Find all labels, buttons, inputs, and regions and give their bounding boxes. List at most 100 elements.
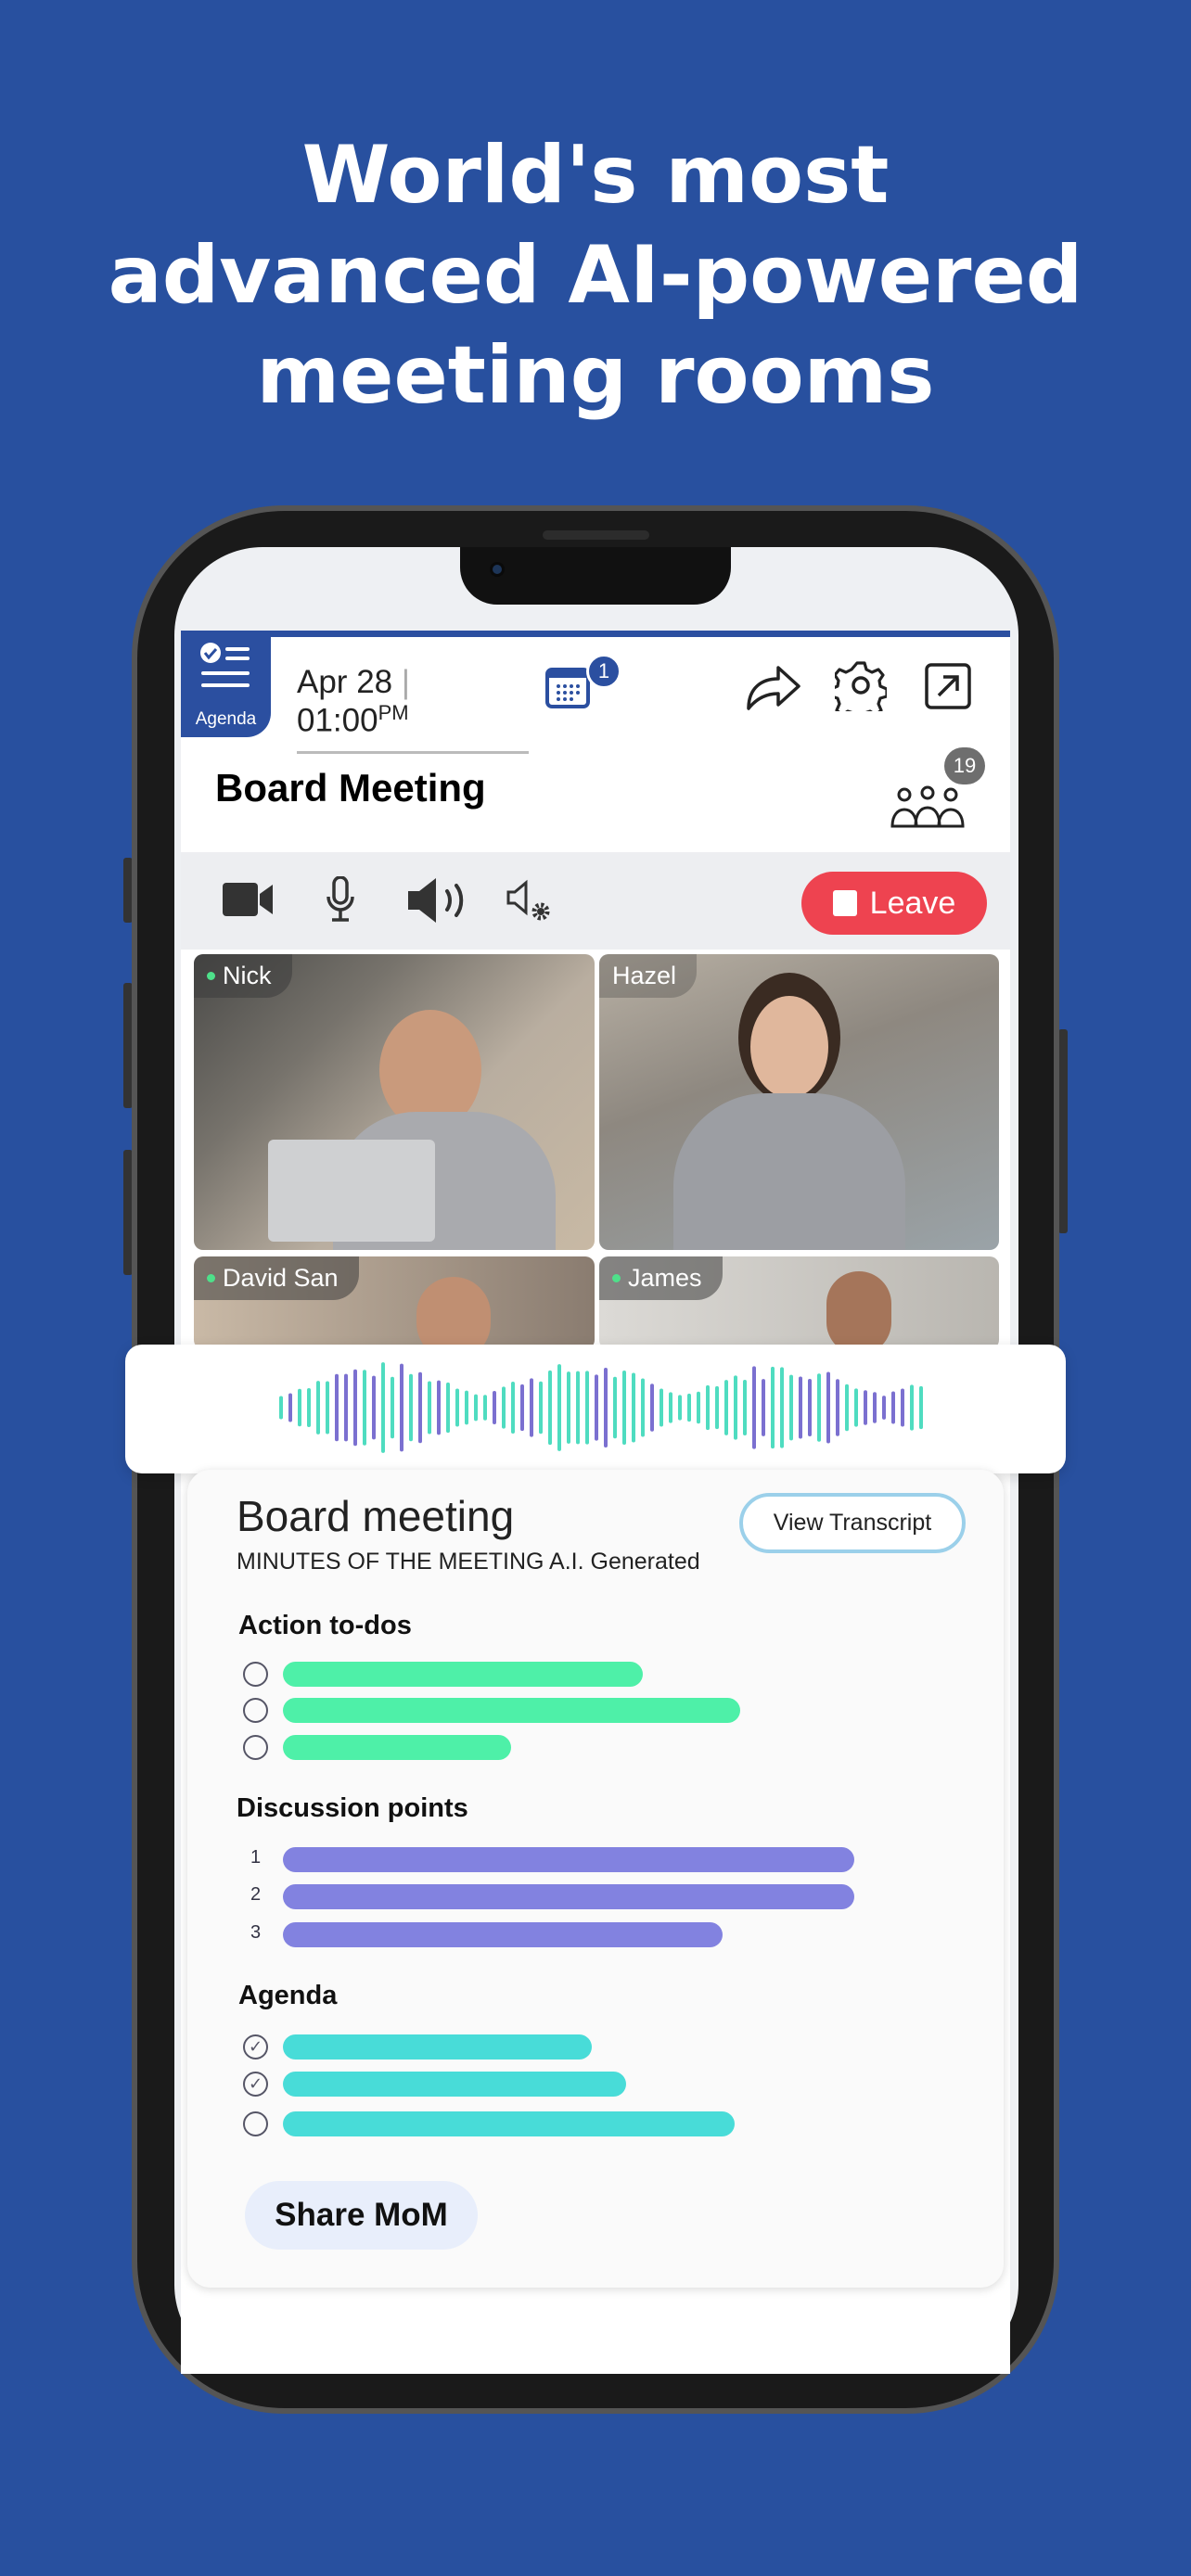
waveform-bar — [539, 1381, 543, 1435]
waveform-bar — [650, 1384, 654, 1432]
leave-label: Leave — [869, 885, 956, 921]
ampm-text: PM — [378, 701, 409, 724]
meeting-datetime[interactable]: Apr 28 | 01:00PM — [297, 664, 529, 754]
unchecked-circle-icon[interactable] — [243, 1662, 268, 1687]
top-accent-line — [181, 631, 1010, 637]
agenda-tab[interactable]: Agenda — [181, 632, 271, 737]
waveform-bar — [585, 1371, 589, 1445]
item-number: 2 — [250, 1884, 262, 1905]
external-link-icon[interactable] — [925, 663, 971, 709]
checked-circle-icon[interactable]: ✓ — [243, 2034, 268, 2060]
waveform-bar — [428, 1381, 431, 1435]
waveform-bar — [799, 1376, 802, 1439]
waveform-bar — [511, 1381, 515, 1435]
phone-power-button — [1058, 1029, 1068, 1233]
leave-button[interactable]: Leave — [801, 872, 987, 935]
video-tile-david-san[interactable]: David San — [194, 1256, 595, 1349]
participant-name: Hazel — [612, 962, 677, 989]
waveform-bar — [391, 1376, 394, 1439]
waveform-bar — [882, 1396, 886, 1420]
waveform-bar — [762, 1379, 765, 1436]
waveform-bar — [335, 1373, 339, 1442]
participant-name: James — [628, 1264, 702, 1292]
unchecked-circle-icon[interactable] — [243, 2111, 268, 2136]
date-text: Apr 28 — [297, 664, 393, 700]
video-tile-james[interactable]: James — [599, 1256, 999, 1349]
waveform-bar — [307, 1387, 311, 1428]
waveform-bar — [864, 1390, 867, 1425]
section-discussion-points: Discussion points — [237, 1793, 468, 1823]
mic-icon[interactable] — [325, 876, 356, 923]
waveform-bar — [279, 1396, 283, 1420]
item-number: 3 — [250, 1922, 262, 1943]
waveform-bar — [437, 1380, 441, 1435]
waveform-bar — [595, 1374, 598, 1441]
video-tile-hazel[interactable]: Hazel — [599, 954, 999, 1250]
audio-waveform — [279, 1362, 923, 1453]
waveform-bar — [743, 1379, 747, 1436]
waveform-bar — [632, 1372, 635, 1443]
waveform-bar — [576, 1371, 580, 1445]
waveform-bar — [353, 1369, 357, 1447]
waveform-bar — [771, 1366, 775, 1449]
section-agenda: Agenda — [238, 1981, 338, 2010]
front-camera — [490, 562, 505, 577]
waveform-bar — [493, 1391, 496, 1424]
waveform-bar — [715, 1385, 719, 1430]
settings-icon[interactable] — [835, 659, 887, 711]
video-icon[interactable] — [223, 881, 275, 918]
waveform-bar — [483, 1395, 487, 1421]
minutes-title: Board meeting — [237, 1492, 515, 1540]
agenda-label: Agenda — [195, 709, 257, 729]
share-mom-button[interactable]: Share MoM — [245, 2181, 478, 2250]
waveform-bar — [455, 1388, 459, 1427]
waveform-bar — [567, 1371, 570, 1444]
headline-line-1: World's most — [301, 129, 890, 222]
waveform-bar — [919, 1385, 923, 1430]
todos-item-bar — [283, 1698, 740, 1723]
waveform-bar — [316, 1381, 320, 1435]
waveform-bar — [641, 1378, 645, 1437]
discussion-item-bar — [283, 1884, 854, 1909]
minutes-card — [187, 1470, 1004, 2288]
waveform-bar — [752, 1366, 756, 1449]
waveform-bar — [622, 1371, 626, 1445]
section-action-todos: Action to-dos — [238, 1611, 412, 1640]
video-tile-nick[interactable]: Nick — [194, 954, 595, 1250]
headline-line-2: advanced AI-powered — [108, 229, 1083, 322]
waveform-bar — [669, 1392, 672, 1423]
waveform-bar — [400, 1363, 403, 1452]
waveform-bar — [502, 1386, 506, 1429]
todos-item-bar — [283, 1735, 512, 1760]
waveform-bar — [344, 1373, 348, 1442]
minutes-subtitle: MINUTES OF THE MEETING A.I. Generated — [237, 1549, 700, 1575]
calendar-icon[interactable] — [545, 666, 590, 708]
waveform-bar — [604, 1368, 608, 1447]
share-icon[interactable] — [745, 660, 802, 712]
waveform-bar — [873, 1392, 877, 1423]
unchecked-circle-icon[interactable] — [243, 1698, 268, 1723]
headline: World's most advanced AI-powered meeting… — [0, 125, 1191, 426]
participants-icon[interactable] — [890, 784, 965, 830]
waveform-bar — [817, 1373, 821, 1442]
agenda-item-bar — [283, 2072, 626, 2097]
waveform-bar — [446, 1382, 450, 1434]
view-transcript-button[interactable]: View Transcript — [739, 1493, 966, 1553]
waveform-bar — [836, 1379, 839, 1436]
unchecked-circle-icon[interactable] — [243, 1735, 268, 1760]
waveform-bar — [678, 1395, 682, 1421]
audio-settings-icon[interactable] — [506, 879, 554, 924]
todos-item-bar — [283, 1662, 644, 1687]
speaker-icon[interactable] — [406, 876, 471, 925]
waveform-bar — [326, 1381, 329, 1435]
checked-circle-icon[interactable]: ✓ — [243, 2072, 268, 2097]
waveform-bar — [891, 1391, 895, 1424]
waveform-bar — [363, 1370, 366, 1446]
waveform-bar — [697, 1391, 700, 1424]
waveform-bar — [789, 1374, 793, 1441]
waveform-bar — [474, 1394, 478, 1422]
meeting-title: Board Meeting — [215, 766, 486, 810]
time-text: 01:00 — [297, 702, 378, 739]
discussion-item-bar — [283, 1922, 724, 1947]
participant-name: David San — [223, 1264, 339, 1292]
